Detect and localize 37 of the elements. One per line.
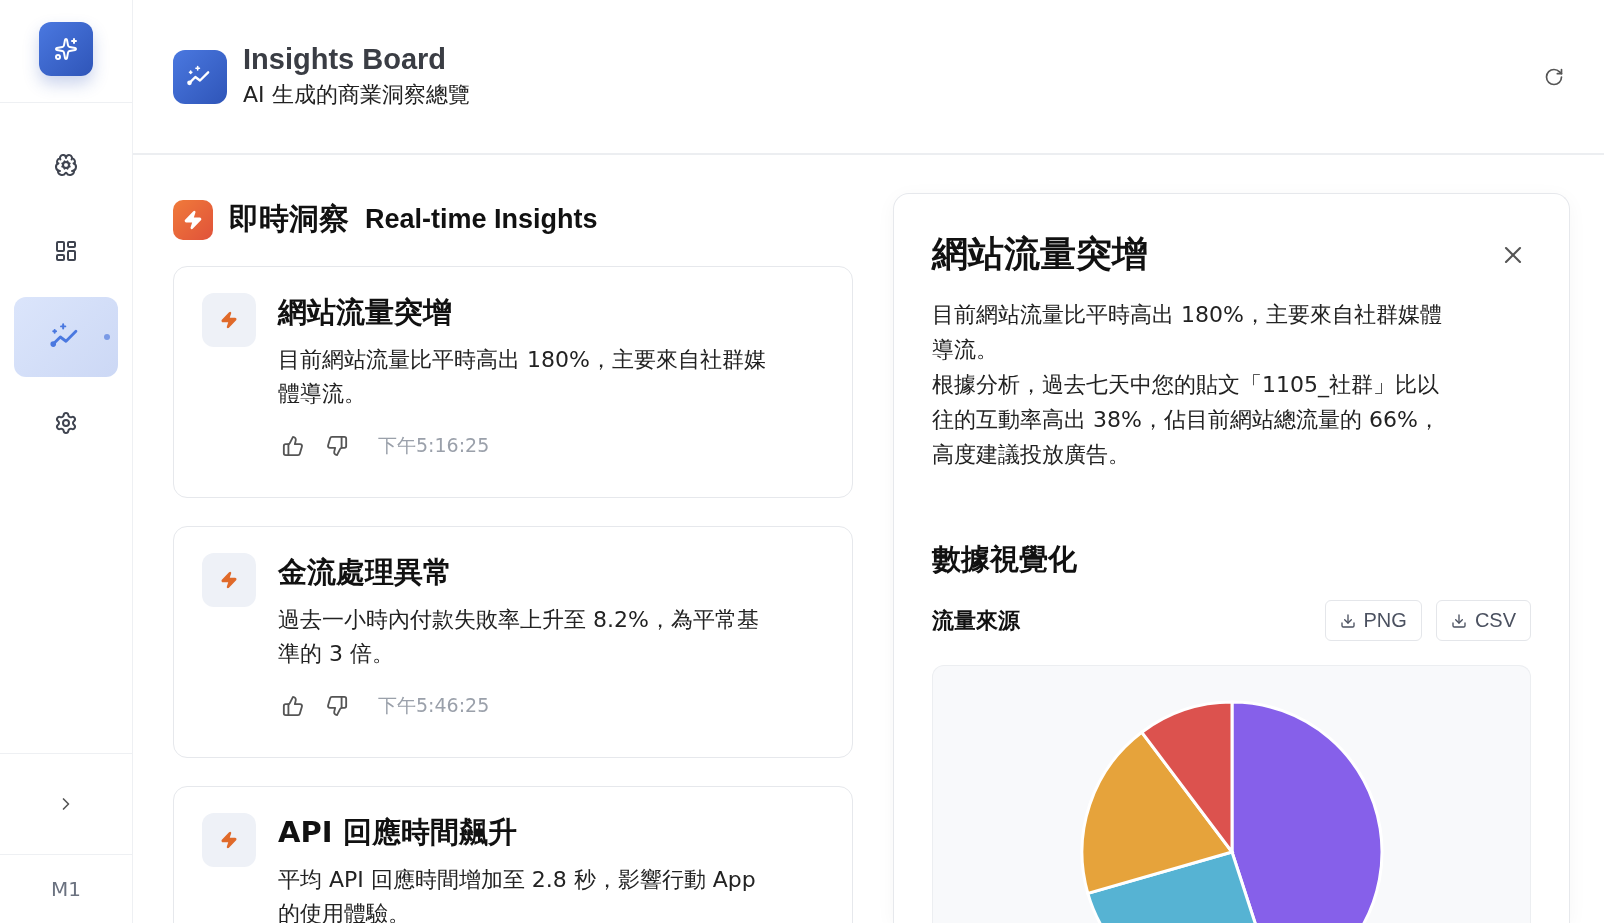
thumbs-down-icon [326, 435, 348, 457]
download-icon [1339, 612, 1356, 629]
section-title: 即時洞察 [229, 200, 349, 238]
download-button[interactable]: CSV [1435, 600, 1531, 641]
section-subtitle: Real-time Insights [365, 204, 598, 235]
visualization-title: 數據視覺化 [932, 541, 1078, 578]
insight-card[interactable]: 金流處理異常 過去一小時內付款失敗率上升至 8.2%，為平常基準的 3 倍。 下午5:46:25 [173, 526, 853, 758]
lightning-icon [202, 293, 256, 347]
page-title: Insights Board [243, 43, 447, 76]
chart-title: 流量來源 [932, 606, 1020, 635]
page-subtitle: AI 生成的商業洞察總覽 [243, 81, 471, 109]
refresh-icon [1544, 66, 1564, 87]
thumbs-up-icon [282, 695, 304, 717]
insight-time: 下午5:16:25 [378, 433, 490, 458]
insight-title: 網站流量突增 [278, 294, 453, 331]
thumbs-down-icon [326, 695, 348, 717]
insight-title: 金流處理異常 [278, 554, 453, 591]
lightning-icon [202, 553, 256, 607]
detail-text: 根據分析，過去七天中您的貼文「1105_社群」比以往的互動率高出 38%，佔目前網站總流量的 66%，高度建議投放廣告。 [932, 371, 1441, 469]
insight-text: 目前網站流量比平時高出 180%，主要來自社群媒體導流。 [278, 346, 767, 408]
insight-time: 下午5:46:25 [378, 693, 490, 718]
detail-text: 目前網站流量比平時高出 180%，主要來自社群媒體導流。 [932, 301, 1443, 364]
settings-icon [54, 411, 78, 435]
insight-text: 過去一小時內付款失敗率上升至 8.2%，為平常基準的 3 倍。 [278, 606, 760, 668]
thumbs-up-icon [282, 435, 304, 457]
brain-gear-icon [54, 153, 78, 177]
lightning-icon [202, 813, 256, 867]
download-button[interactable]: PNG [1324, 600, 1422, 641]
sparkles-icon [54, 37, 78, 61]
detail-title: 網站流量突增 [932, 232, 1148, 276]
dashboard-icon [54, 239, 78, 263]
download-icon [1450, 612, 1467, 629]
insight-title: API 回應時間飆升 [278, 814, 518, 851]
user-label[interactable]: M1 [0, 854, 132, 923]
insight-card[interactable]: 網站流量突增 目前網站流量比平時高出 180%，主要來自社群媒體導流。 下午5:16:25 [173, 266, 853, 498]
app-logo[interactable] [39, 22, 93, 76]
lightning-icon [173, 199, 213, 240]
